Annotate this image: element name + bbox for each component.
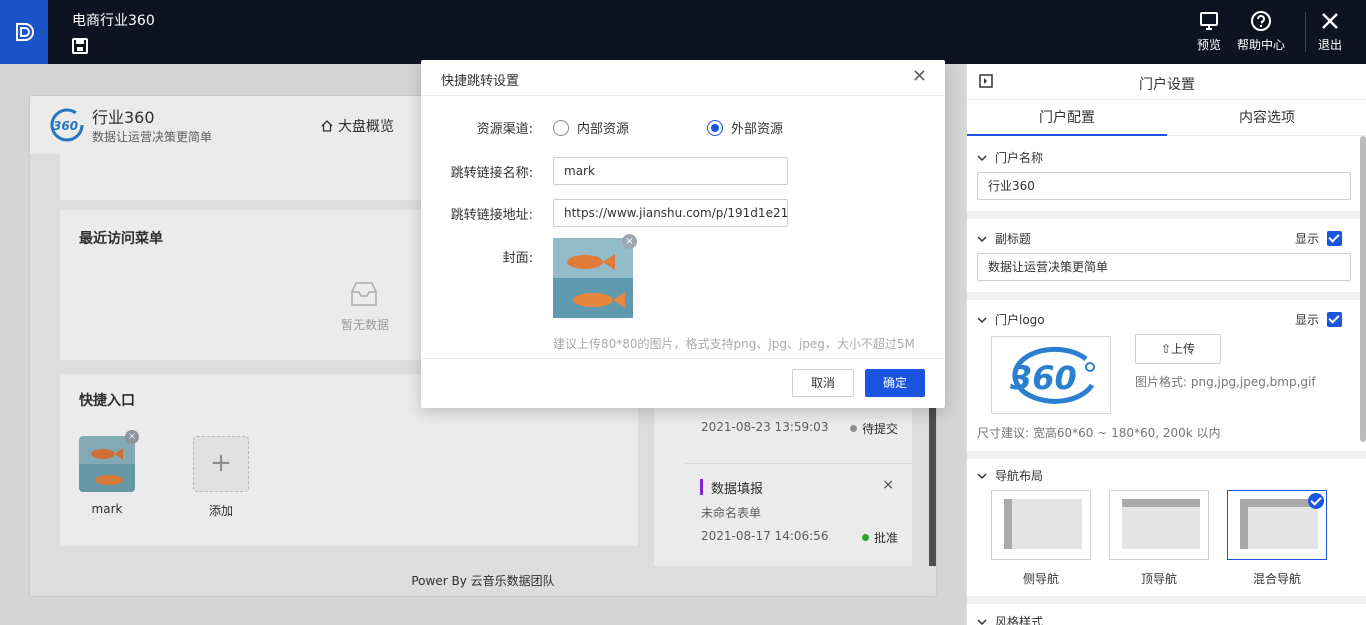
app-logo-icon[interactable] (0, 0, 48, 64)
chevron-down-icon (977, 316, 987, 323)
close-icon (1322, 13, 1338, 29)
url-label: 跳转链接地址: (450, 208, 533, 223)
show-logo-checkbox[interactable]: 显示 (1295, 311, 1342, 328)
confirm-button[interactable]: 确定 (865, 369, 925, 397)
upload-icon: ⇧ (1160, 342, 1172, 356)
logo-360-icon: 360 (1010, 346, 1095, 404)
subtitle-input[interactable]: 数据让运营决策更简单 (977, 253, 1351, 281)
format-hint: 图片格式: png,jpg,jpeg,bmp,gif (1135, 375, 1316, 389)
help-icon (1251, 11, 1271, 31)
upload-hint: 建议上传80*80的图片，格式支持png、jpg、jpeg，大小不超过5M (553, 337, 915, 351)
portal-name-input[interactable]: 行业360 (977, 172, 1351, 200)
cancel-button[interactable]: 取消 (792, 369, 854, 397)
app-title: 电商行业360 (72, 13, 155, 29)
exit-button[interactable]: 退出 (1305, 10, 1355, 53)
chevron-down-icon (977, 235, 987, 242)
help-center-button[interactable]: 帮助中心 (1236, 10, 1286, 53)
upload-logo-button[interactable]: ⇧上传 (1135, 334, 1221, 364)
cover-label: 封面: (502, 251, 533, 266)
section-subtitle[interactable]: 副标题 (977, 230, 1031, 247)
radio-internal[interactable]: 内部资源 (553, 118, 629, 137)
layout-side-nav[interactable] (991, 490, 1091, 560)
check-icon (1308, 493, 1324, 509)
cover-image[interactable] (553, 238, 633, 318)
chevron-down-icon (977, 618, 987, 625)
link-url-input[interactable]: https://www.jianshu.com/p/191d1e21f7e (553, 199, 788, 227)
size-hint: 尺寸建议: 宽高60*60 ~ 180*60, 200k 以内 (977, 426, 1221, 440)
logo-preview: 360 (991, 336, 1111, 414)
modal-title: 快捷跳转设置 (441, 74, 520, 89)
close-icon[interactable]: ✕ (912, 68, 927, 86)
section-portal-name[interactable]: 门户名称 (977, 149, 1043, 166)
tab-portal-config[interactable]: 门户配置 (967, 100, 1167, 136)
link-name-input[interactable]: mark (553, 157, 788, 185)
chevron-down-icon (977, 154, 987, 161)
settings-panel: 门户设置 门户配置 内容选项 门户名称 行业360 副标题 显示 数据让运营决策… (966, 64, 1366, 625)
monitor-icon (1200, 12, 1218, 30)
radio-external[interactable]: 外部资源 (707, 118, 783, 137)
layout-top-nav[interactable] (1109, 490, 1209, 560)
save-icon[interactable] (72, 38, 88, 57)
panel-title: 门户设置 (1139, 77, 1195, 93)
show-subtitle-checkbox[interactable]: 显示 (1295, 230, 1342, 247)
layout-mixed-nav[interactable] (1227, 490, 1327, 560)
quick-jump-modal: 快捷跳转设置 ✕ 资源渠道: 内部资源 外部资源 跳转链接名称: mark 跳转… (421, 60, 945, 408)
remove-cover-icon[interactable]: × (622, 234, 637, 249)
panel-scrollbar[interactable] (1360, 136, 1366, 442)
top-bar: 电商行业360 预览 帮助中心 退出 (0, 0, 1366, 64)
tab-content-options[interactable]: 内容选项 (1167, 100, 1366, 136)
chevron-down-icon (977, 472, 987, 479)
section-nav-layout[interactable]: 导航布局 (977, 467, 1043, 484)
section-style[interactable]: 风格样式 (977, 613, 1043, 625)
channel-label: 资源渠道: (476, 122, 533, 137)
svg-text:360: 360 (1010, 359, 1077, 397)
name-label: 跳转链接名称: (450, 166, 533, 181)
preview-button[interactable]: 预览 (1184, 10, 1234, 53)
section-logo[interactable]: 门户logo (977, 311, 1045, 328)
